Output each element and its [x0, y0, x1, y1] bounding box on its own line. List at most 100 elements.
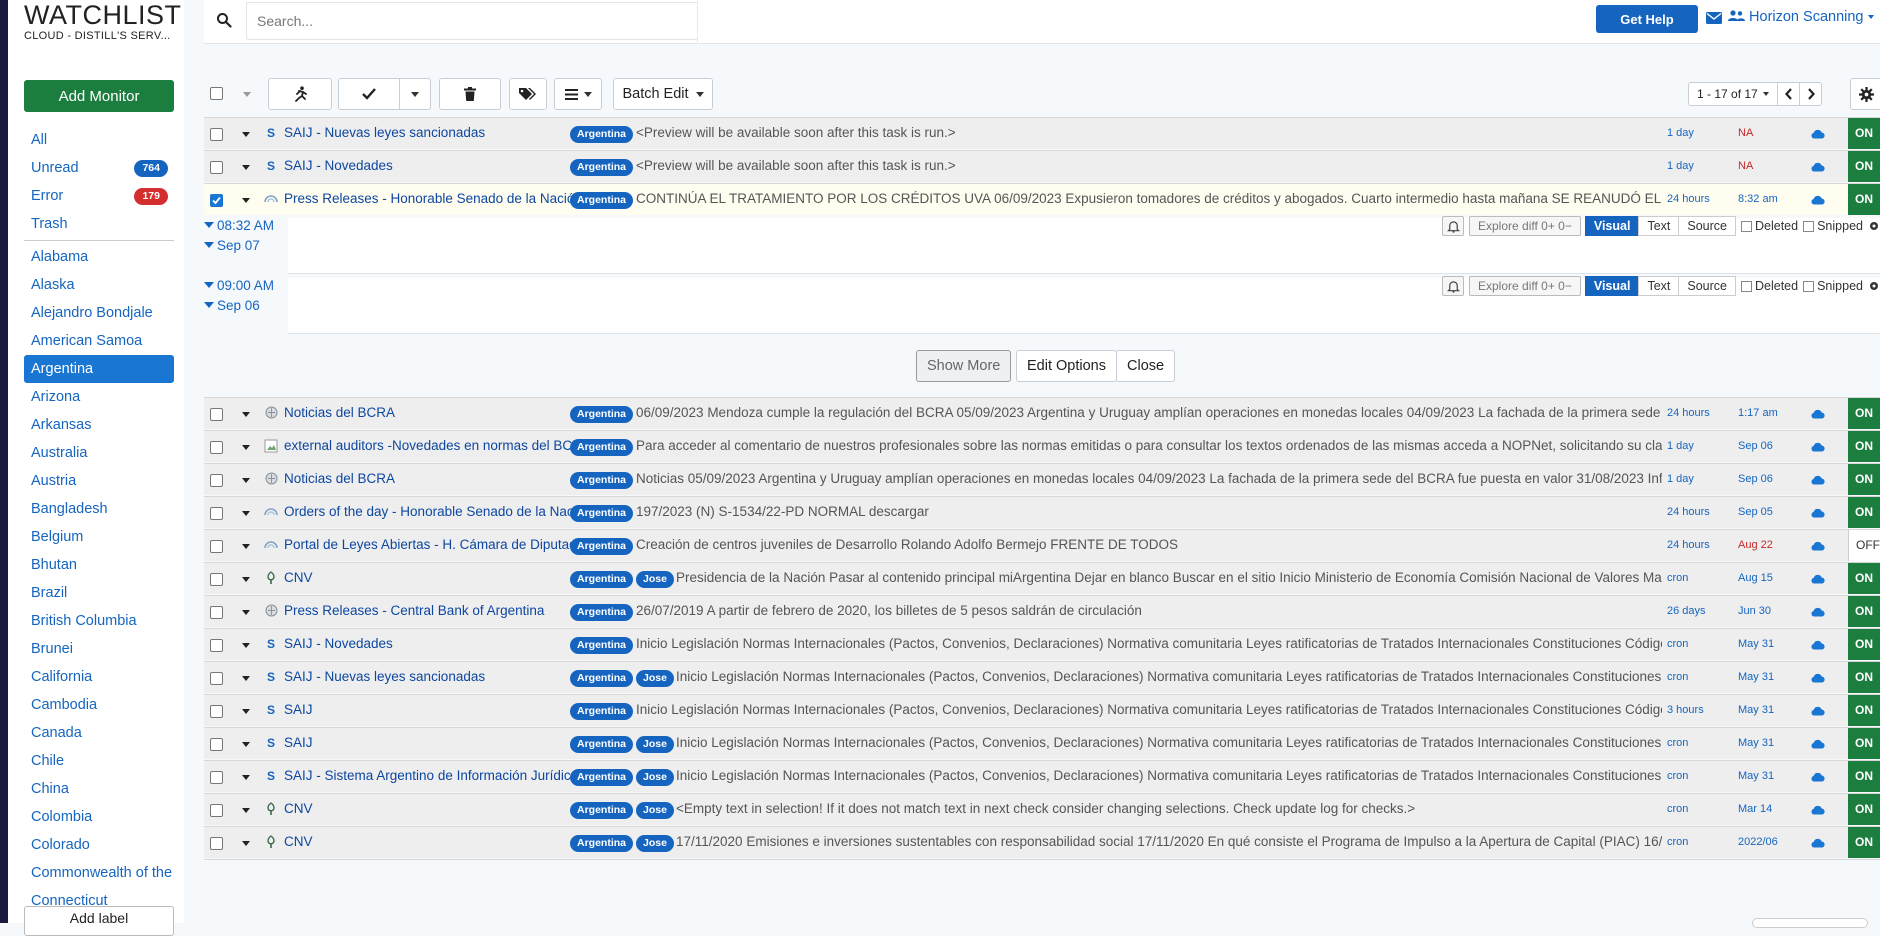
select-menu-chevron-icon[interactable]: [243, 92, 251, 97]
label-tag[interactable]: Argentina: [570, 637, 634, 654]
row-menu-chevron-icon[interactable]: [242, 775, 250, 780]
row-menu-chevron-icon[interactable]: [242, 709, 250, 714]
status-toggle[interactable]: OFF: [1848, 530, 1880, 561]
check-interval[interactable]: cron: [1667, 638, 1688, 650]
add-label-button[interactable]: Add label: [24, 906, 174, 936]
row-checkbox[interactable]: [210, 194, 223, 207]
sidebar-item-colorado[interactable]: Colorado: [24, 831, 174, 859]
sidebar-item-arkansas[interactable]: Arkansas: [24, 411, 174, 439]
preview-text[interactable]: 26/07/2019 A partir de febrero de 2020, …: [636, 603, 1662, 618]
preview-text[interactable]: 17/11/2020 Emisiones e inversiones suste…: [676, 834, 1662, 849]
next-page-button[interactable]: [1800, 82, 1823, 106]
row-menu-chevron-icon[interactable]: [242, 841, 250, 846]
monitor-name-link[interactable]: Press Releases - Central Bank of Argenti…: [284, 603, 589, 618]
row-checkbox[interactable]: [210, 705, 223, 718]
check-interval[interactable]: cron: [1667, 836, 1688, 848]
search-input[interactable]: [246, 2, 698, 40]
show-more-button[interactable]: Show More: [916, 350, 1012, 382]
user-menu[interactable]: Horizon Scanning: [1728, 9, 1874, 25]
sidebar-item-california[interactable]: California: [24, 663, 174, 691]
row-checkbox[interactable]: [210, 128, 223, 141]
label-tag[interactable]: Argentina: [570, 505, 634, 522]
snipped-checkbox[interactable]: Snipped: [1803, 219, 1863, 233]
mail-icon[interactable]: [1706, 12, 1722, 24]
status-toggle[interactable]: ON: [1848, 464, 1880, 495]
table-row[interactable]: S SAIJ - Novedades Argentina Inicio Legisla…: [204, 628, 1880, 660]
preview-text[interactable]: Creación de centros juveniles de Desarro…: [636, 537, 1662, 552]
check-interval[interactable]: cron: [1667, 671, 1688, 683]
mark-read-button[interactable]: [338, 78, 400, 110]
row-menu-chevron-icon[interactable]: [242, 198, 250, 203]
row-checkbox[interactable]: [210, 540, 223, 553]
table-row[interactable]: Noticias del BCRA Argentina Noticias 05/09…: [204, 463, 1880, 495]
status-toggle[interactable]: ON: [1848, 761, 1880, 792]
tags-button[interactable]: [509, 78, 547, 110]
delete-button[interactable]: [439, 78, 501, 110]
sidebar-item-bhutan[interactable]: Bhutan: [24, 551, 174, 579]
status-toggle[interactable]: ON: [1848, 398, 1880, 429]
get-help-button[interactable]: Get Help: [1596, 5, 1698, 33]
view-mode-visual[interactable]: Visual: [1584, 216, 1640, 236]
table-row[interactable]: S SAIJ - Novedades Argentina <Preview will …: [204, 150, 1880, 182]
gear-icon[interactable]: [1868, 280, 1880, 292]
monitor-name-link[interactable]: Press Releases - Honorable Senado de la …: [284, 191, 589, 206]
table-row[interactable]: Portal de Leyes Abiertas - H. Cámara de …: [204, 529, 1880, 561]
row-menu-chevron-icon[interactable]: [242, 577, 250, 582]
label-tag[interactable]: Argentina: [570, 192, 634, 209]
sidebar-item-error[interactable]: Error 179: [24, 182, 174, 210]
sidebar-item-australia[interactable]: Australia: [24, 439, 174, 467]
check-interval[interactable]: 1 day: [1667, 440, 1694, 452]
row-menu-chevron-icon[interactable]: [242, 544, 250, 549]
monitor-name-link[interactable]: CNV: [284, 801, 589, 816]
sidebar-item-trash[interactable]: Trash: [24, 210, 174, 238]
preview-text[interactable]: Inicio Legislación Normas Internacionale…: [636, 636, 1662, 651]
row-menu-chevron-icon[interactable]: [242, 165, 250, 170]
close-button[interactable]: Close: [1116, 350, 1176, 382]
prev-page-button[interactable]: [1778, 82, 1801, 106]
check-interval[interactable]: cron: [1667, 572, 1688, 584]
row-checkbox[interactable]: [210, 161, 223, 174]
check-interval[interactable]: cron: [1667, 803, 1688, 815]
monitor-name-link[interactable]: Orders of the day - Honorable Senado de …: [284, 504, 589, 519]
table-row[interactable]: Noticias del BCRA Argentina 06/09/2023 Men…: [204, 397, 1880, 429]
preview-text[interactable]: 06/09/2023 Mendoza cumple la regulación …: [636, 405, 1662, 420]
snipped-checkbox[interactable]: Snipped: [1803, 279, 1863, 293]
table-row[interactable]: CNV Argentina Jose 17/11/2020 Emisiones e i…: [204, 826, 1880, 858]
table-row[interactable]: S SAIJ - Nuevas leyes sancionadas Argentin…: [204, 117, 1880, 149]
run-now-button[interactable]: [268, 78, 332, 110]
row-checkbox[interactable]: [210, 771, 223, 784]
preview-text[interactable]: CONTINÚA EL TRATAMIENTO POR LOS CRÉDITOS…: [636, 191, 1662, 206]
deleted-checkbox[interactable]: Deleted: [1741, 219, 1798, 233]
view-mode-source[interactable]: Source: [1678, 276, 1736, 296]
check-interval[interactable]: 1 day: [1667, 127, 1694, 139]
status-toggle[interactable]: ON: [1848, 827, 1880, 858]
explore-diff-button[interactable]: Explore diff 0+ 0−: [1469, 216, 1581, 236]
preview-text[interactable]: Para acceder al comentario de nuestros p…: [636, 438, 1662, 453]
explore-diff-button[interactable]: Explore diff 0+ 0−: [1469, 276, 1581, 296]
sidebar-item-arizona[interactable]: Arizona: [24, 383, 174, 411]
table-row[interactable]: external auditors -Novedades en normas d…: [204, 430, 1880, 462]
label-tag[interactable]: Argentina: [570, 670, 634, 687]
preview-text[interactable]: <Empty text in selection! If it does not…: [676, 801, 1662, 816]
view-options-button[interactable]: [554, 78, 602, 110]
status-toggle[interactable]: ON: [1848, 497, 1880, 528]
row-menu-chevron-icon[interactable]: [242, 132, 250, 137]
monitor-name-link[interactable]: Noticias del BCRA: [284, 471, 589, 486]
preview-text[interactable]: Inicio Legislación Normas Internacionale…: [676, 735, 1662, 750]
row-checkbox[interactable]: [210, 441, 223, 454]
row-checkbox[interactable]: [210, 474, 223, 487]
row-menu-chevron-icon[interactable]: [242, 412, 250, 417]
label-tag[interactable]: Jose: [636, 670, 674, 687]
edit-options-button[interactable]: Edit Options: [1016, 350, 1117, 382]
sidebar-item-alabama[interactable]: Alabama: [24, 243, 174, 271]
table-row[interactable]: S SAIJ - Sistema Argentino de Información…: [204, 760, 1880, 792]
sidebar-item-commonwealth-of-the-n[interactable]: Commonwealth of the N: [24, 859, 174, 887]
row-checkbox[interactable]: [210, 507, 223, 520]
check-interval[interactable]: 24 hours: [1667, 506, 1710, 518]
preview-text[interactable]: <Preview will be available soon after th…: [636, 125, 1662, 140]
row-menu-chevron-icon[interactable]: [242, 445, 250, 450]
version-timestamp[interactable]: 08:32 AM Sep 07: [204, 216, 274, 256]
check-interval[interactable]: cron: [1667, 737, 1688, 749]
monitor-name-link[interactable]: CNV: [284, 834, 589, 849]
sidebar-item-american-samoa[interactable]: American Samoa: [24, 327, 174, 355]
